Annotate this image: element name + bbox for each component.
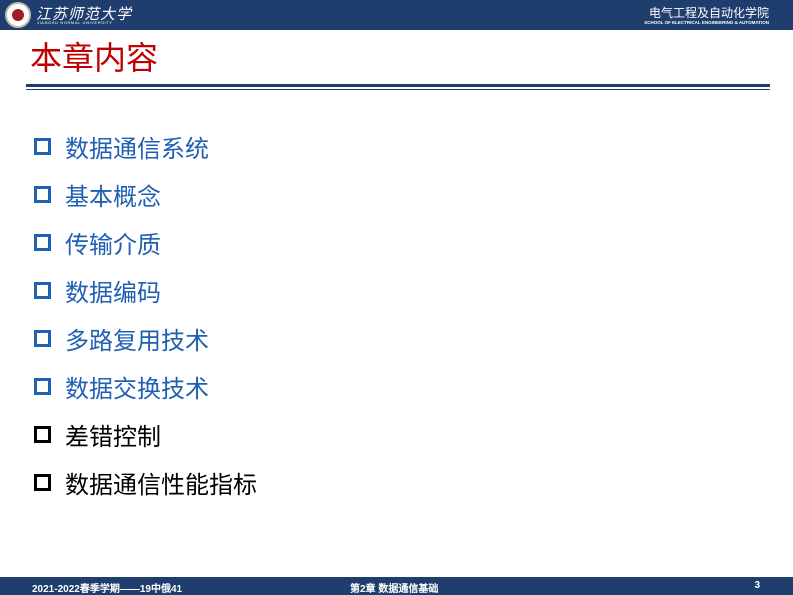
hollow-square-bullet-icon	[34, 137, 51, 155]
header-bar: 江苏师范大学 JIANGSU NORMAL UNIVERSITY 电气工程及自动…	[0, 0, 793, 30]
hollow-square-bullet-icon	[34, 425, 51, 443]
agenda-item: 基本概念	[34, 170, 257, 218]
agenda-item-label: 传输介质	[65, 230, 161, 259]
course-info: 2021-2022春季学期——19中俄41	[32, 584, 183, 595]
slide-title: 本章内容	[30, 39, 159, 77]
agenda-item-label: 数据交换技术	[65, 374, 209, 403]
university-name-en: JIANGSU NORMAL UNIVERSITY	[37, 20, 113, 25]
hollow-square-bullet-icon	[34, 185, 51, 203]
hollow-square-bullet-icon	[34, 329, 51, 347]
page-number: 3	[754, 580, 760, 591]
agenda-list: 数据通信系统 基本概念 传输介质 数据编码 多路复用技术 数据交换技术 差错控制…	[34, 122, 257, 506]
hollow-square-bullet-icon	[34, 233, 51, 251]
university-seal-icon	[5, 2, 31, 28]
agenda-item: 差错控制	[34, 410, 257, 458]
agenda-item: 传输介质	[34, 218, 257, 266]
title-underline	[26, 84, 770, 87]
school-name: 电气工程及自动化学院	[648, 6, 769, 20]
footer-bar: 2021-2022春季学期——19中俄41 第2章 数据通信基础 3	[0, 577, 793, 595]
hollow-square-bullet-icon	[34, 377, 51, 395]
agenda-item: 数据交换技术	[34, 362, 257, 410]
title-underline-thin	[26, 89, 770, 90]
agenda-item-label: 基本概念	[65, 182, 161, 211]
agenda-item-label: 差错控制	[65, 422, 161, 451]
hollow-square-bullet-icon	[34, 473, 51, 491]
agenda-item: 数据通信性能指标	[34, 458, 257, 506]
agenda-item-label: 多路复用技术	[65, 326, 209, 355]
school-name-en: SCHOOL OF ELECTRICAL ENGINEERING & AUTOM…	[644, 20, 769, 25]
agenda-item-label: 数据通信性能指标	[65, 470, 257, 499]
hollow-square-bullet-icon	[34, 281, 51, 299]
agenda-item: 数据通信系统	[34, 122, 257, 170]
agenda-item: 数据编码	[34, 266, 257, 314]
agenda-item: 多路复用技术	[34, 314, 257, 362]
agenda-item-label: 数据编码	[65, 278, 161, 307]
agenda-item-label: 数据通信系统	[65, 134, 209, 163]
chapter-title: 第2章 数据通信基础	[350, 584, 439, 595]
